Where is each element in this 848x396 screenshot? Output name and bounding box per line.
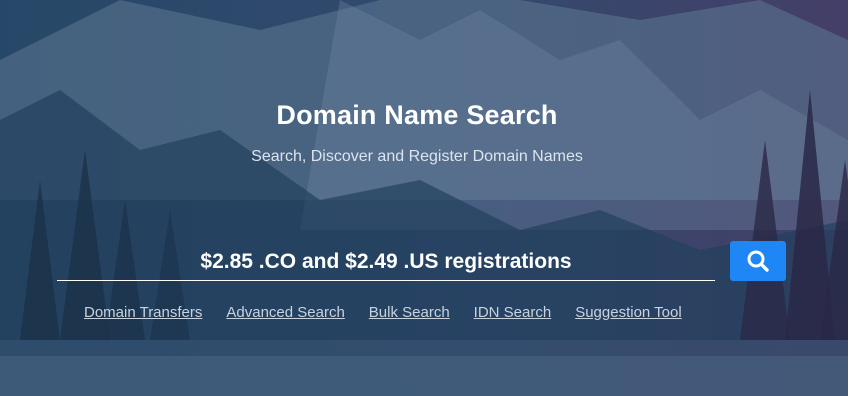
hero-section: Domain Name Search Search, Discover and … [0, 0, 848, 396]
link-suggestion-tool[interactable]: Suggestion Tool [575, 304, 681, 321]
search-icon [747, 250, 769, 272]
link-idn-search[interactable]: IDN Search [474, 304, 552, 321]
domain-search-input[interactable] [57, 243, 715, 280]
page-subtitle: Search, Discover and Register Domain Nam… [251, 148, 583, 165]
link-bulk-search[interactable]: Bulk Search [369, 304, 450, 321]
link-domain-transfers[interactable]: Domain Transfers [84, 304, 202, 321]
page-title: Domain Name Search [276, 100, 558, 130]
search-field-wrapper [57, 243, 715, 281]
hero-content: Domain Name Search Search, Discover and … [0, 0, 848, 396]
search-button[interactable] [730, 241, 786, 281]
link-advanced-search[interactable]: Advanced Search [226, 304, 344, 321]
